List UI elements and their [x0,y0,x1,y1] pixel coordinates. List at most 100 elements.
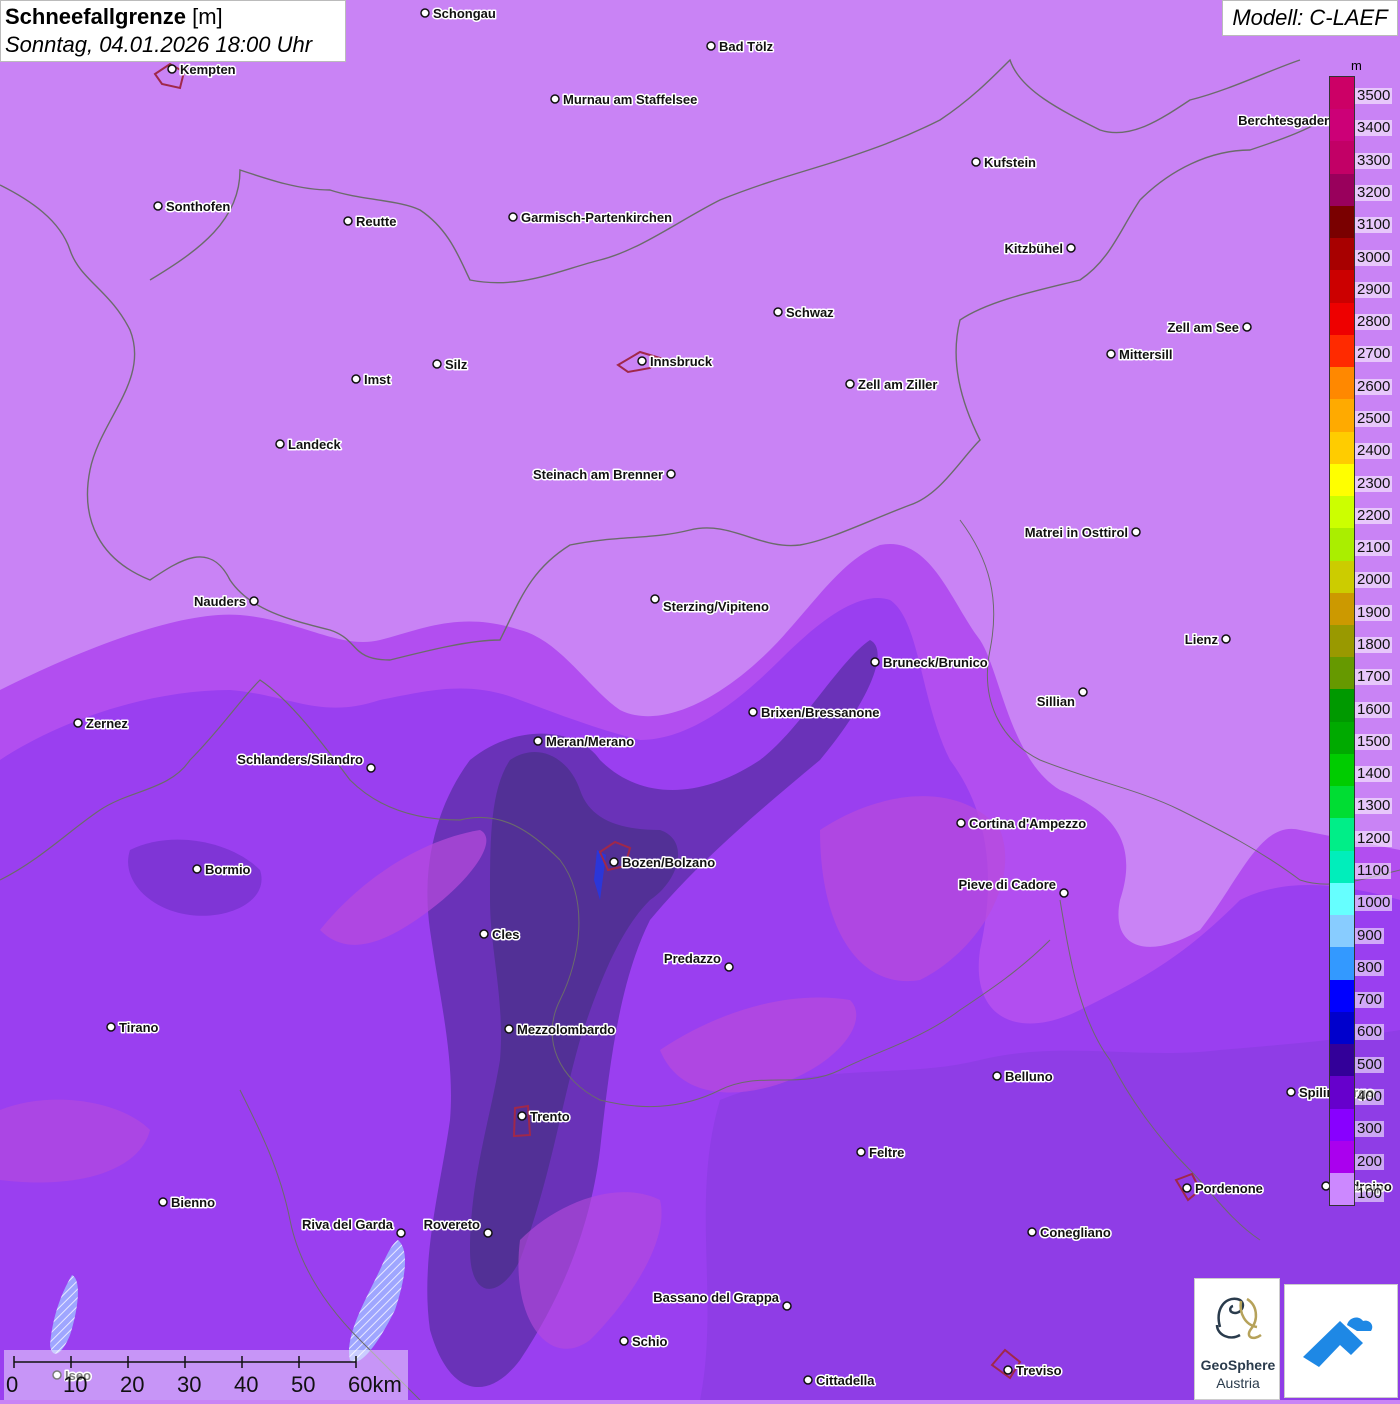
legend-swatch [1330,786,1354,819]
legend-label: 3300 [1355,151,1393,169]
logo-text-austria: Austria [1216,1375,1260,1391]
city-label: Treviso [1016,1363,1062,1378]
city-dot [249,596,259,606]
city-label: Landeck [288,437,342,452]
city-dot [619,1336,629,1346]
city-marker[interactable]: Bozen/Bolzano [609,854,717,872]
city-marker[interactable]: Innsbruck [637,353,714,371]
city-label: Meran/Merano [546,734,634,749]
city-dot [192,864,202,874]
city-marker[interactable]: Steinach am Brenner [531,466,676,484]
city-label: Bruneck/Brunico [883,655,988,670]
city-label: Cles [492,927,519,942]
city-marker[interactable]: Sonthofen [153,198,232,216]
city-label: Bienno [171,1195,215,1210]
city-dot [153,201,163,211]
city-marker[interactable]: Conegliano [1027,1224,1112,1242]
legend-swatch [1330,1172,1354,1206]
city-marker[interactable]: Garmisch-Partenkirchen [508,209,674,227]
city-label: Cortina d'Ampezzo [969,816,1086,831]
city-label: Schwaz [786,305,834,320]
city-dot [106,1022,116,1032]
city-dot [724,962,734,972]
city-dot [550,94,560,104]
city-dot [666,469,676,479]
legend-label: 600 [1355,1023,1385,1041]
city-label: Predazzo [664,951,721,966]
legend-label: 1100 [1355,862,1392,879]
city-marker[interactable]: Mezzolombardo [504,1021,617,1039]
city-dot [1027,1227,1037,1237]
city-dot [748,707,758,717]
snowfall-limit-map[interactable]: Schongau Bad Tölz Kempten Murnau am Staffel… [0,0,1400,1400]
legend-label: 3400 [1355,119,1393,137]
city-marker[interactable]: Bruneck/Brunico [870,654,989,672]
city-marker[interactable]: Zell am See [1166,319,1252,337]
city-label: Kempten [180,62,236,77]
city-dot [1286,1087,1296,1097]
legend-color-bar [1329,76,1355,1206]
forecast-datetime: Sonntag, 04.01.2026 18:00 Uhr [5,32,313,57]
scale-label: 60km [348,1372,402,1397]
model-label: Modell: C-LAEF [1222,0,1398,36]
legend-label: 1000 [1355,894,1393,912]
city-marker[interactable]: Brixen/Bressanone [748,704,881,722]
legend-swatch [1330,1076,1354,1109]
city-label: Cittadella [816,1373,875,1388]
legend-label: 2500 [1355,410,1393,427]
legend-swatch [1330,496,1354,529]
city-dot [275,439,285,449]
scale-label: 0 [6,1372,19,1397]
city-dot [504,1024,514,1034]
city-marker[interactable]: Zell am Ziller [845,376,939,394]
city-label: Silz [445,357,468,372]
parameter-unit: [m] [192,4,223,29]
legend-swatch [1330,592,1354,625]
city-label: Zell am See [1167,320,1239,335]
city-label: Sterzing/Vipiteno [663,599,769,614]
city-marker[interactable]: Matrei in Osttirol [1023,524,1141,542]
city-label: Lienz [1185,632,1219,647]
map-title-box: Schneefallgrenze [m] Sonntag, 04.01.2026… [0,0,346,62]
legend-swatch [1330,1044,1354,1077]
city-dot [992,1071,1002,1081]
city-label: Kitzbühel [1005,241,1064,256]
city-label: Trento [530,1109,570,1124]
legend-swatch [1330,1140,1354,1173]
city-dot [1221,634,1231,644]
city-label: Zell am Ziller [858,377,937,392]
legend-label: 400 [1355,1088,1385,1105]
city-dot [1131,527,1141,537]
city-dot [420,8,430,18]
scale-label: 10 [63,1372,88,1397]
city-label: Bormio [205,862,251,877]
city-marker[interactable]: Cortina d'Ampezzo [956,815,1088,833]
parameter-name: Schneefallgrenze [5,4,186,29]
city-label: Feltre [869,1145,904,1160]
legend-swatch [1330,947,1354,980]
app-logo[interactable] [1284,1284,1398,1398]
legend-swatch [1330,334,1354,368]
city-label: Reutte [356,214,396,229]
legend-label: 1900 [1355,603,1393,621]
legend-swatch [1330,302,1354,335]
city-dot [650,594,660,604]
city-dot [479,929,489,939]
legend-swatch [1330,1108,1354,1141]
city-label: Riva del Garda [302,1217,394,1232]
city-dot [343,216,353,226]
geosphere-austria-logo[interactable]: GeoSphere Austria [1194,1278,1280,1400]
legend-label: 500 [1355,1055,1385,1073]
legend-swatch [1330,979,1354,1012]
city-marker[interactable]: Pordenone [1182,1180,1264,1198]
city-marker[interactable]: Murnau am Staffelsee [550,91,699,109]
legend-swatch [1330,528,1354,561]
city-marker[interactable]: Schongau [420,5,497,23]
city-dot [1078,687,1088,697]
legend-swatch [1330,109,1354,142]
legend-swatch [1330,141,1354,174]
city-marker[interactable]: Meran/Merano [533,733,636,751]
city-label: Murnau am Staffelsee [563,92,697,107]
legend-swatch [1330,463,1354,497]
city-label: Innsbruck [650,354,713,369]
